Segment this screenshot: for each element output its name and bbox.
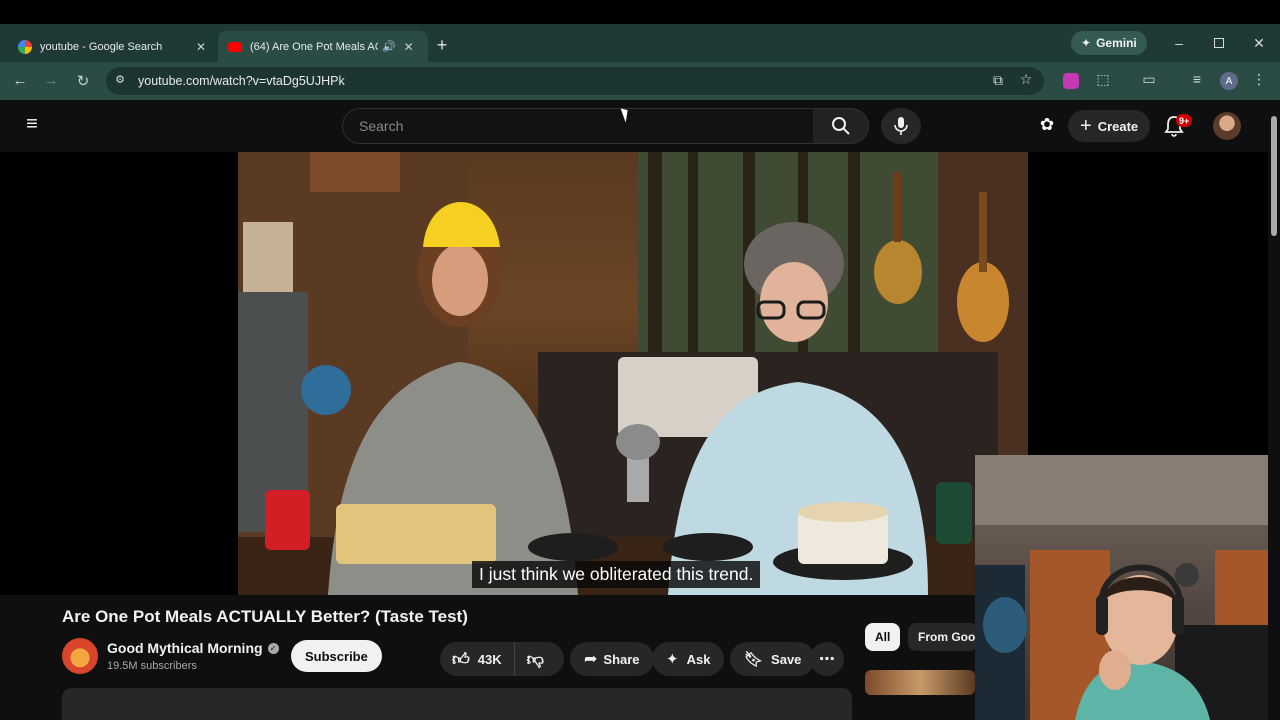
notification-badge: 9+ [1176, 114, 1193, 127]
ask-button[interactable]: ✦ Ask [652, 642, 725, 676]
share-button[interactable]: ➦ Share [570, 642, 654, 676]
video-title: Are One Pot Meals ACTUALLY Better? (Tast… [62, 607, 468, 626]
youtube-extension-icon[interactable]: ✿ [1037, 115, 1057, 135]
channel-avatar[interactable] [62, 638, 98, 674]
like-dislike-group: 👍︎ 43K 👎︎ [440, 642, 564, 676]
webcam-illustration [975, 455, 1280, 720]
save-button[interactable]: 🔖︎ Save [730, 642, 816, 676]
extensions-puzzle-icon[interactable]: ⬚ [1094, 71, 1112, 88]
tab-youtube-video[interactable]: (64) Are One Pot Meals ACTUALLY Better? … [218, 31, 428, 62]
video-caption: I just think we obliterated this trend. [472, 561, 761, 588]
google-favicon-icon [18, 39, 32, 54]
create-label: Create [1097, 118, 1139, 134]
forward-icon[interactable]: → [41, 72, 61, 89]
address-bar[interactable]: youtube.com/watch?v=vtaDg5UJHPk [106, 67, 1044, 95]
verified-check-icon: ✓ [267, 642, 279, 654]
share-label: Share [603, 651, 640, 667]
video-frame-illustration [238, 152, 1028, 595]
bookmark-icon: 🔖︎ [744, 651, 764, 668]
hamburger-menu-icon[interactable]: ≡ [20, 113, 44, 136]
minimize-window-icon[interactable]: – [1170, 35, 1188, 51]
search-button[interactable] [813, 108, 869, 144]
plus-icon: + [1080, 114, 1092, 137]
reload-icon[interactable]: ↻ [73, 72, 93, 90]
recommended-video-thumbnail[interactable] [865, 670, 975, 695]
like-count: 43K [477, 651, 502, 667]
bookmark-star-icon[interactable]: ☆ [1017, 71, 1035, 88]
new-tab-icon[interactable]: + [433, 35, 451, 56]
create-button[interactable]: + Create [1068, 110, 1151, 142]
gemini-sparkle-icon: ✦ [1081, 36, 1092, 50]
gemini-button[interactable]: ✦ Gemini [1071, 31, 1147, 55]
media-controls-icon[interactable]: ≡ [1188, 71, 1206, 87]
webcam-overlay [975, 455, 1280, 720]
back-icon[interactable]: ← [10, 72, 30, 89]
tab-title: (64) Are One Pot Meals ACTUALLY Better? … [250, 40, 378, 53]
tab-title: youtube - Google Search [40, 40, 163, 53]
thumbs-down-icon: 👎︎ [526, 649, 544, 669]
gemini-label: Gemini [1096, 36, 1137, 50]
browser-menu-icon[interactable]: ⋮ [1252, 71, 1266, 88]
install-app-icon[interactable]: ⧉ [989, 72, 1007, 89]
close-tab-icon[interactable]: ✕ [194, 40, 208, 54]
microphone-icon [894, 117, 908, 135]
more-horizontal-icon: ⋯ [819, 651, 835, 668]
tab-search-icon[interactable]: ▭ [1140, 71, 1158, 88]
video-player[interactable] [238, 152, 1028, 595]
sparkle-icon: ✦ [666, 651, 679, 668]
account-avatar[interactable] [1213, 112, 1241, 140]
close-window-icon[interactable]: ✕ [1250, 35, 1268, 52]
chip-from-channel[interactable]: From Good [908, 623, 978, 651]
search-icon [831, 117, 850, 135]
voice-search-button[interactable] [881, 108, 921, 144]
chip-all[interactable]: All [865, 623, 901, 651]
dislike-button[interactable]: 👎︎ [515, 642, 556, 676]
tab-google-search[interactable]: youtube - Google Search ✕ [8, 31, 218, 62]
channel-name-row[interactable]: Good Mythical Morning ✓ [107, 640, 279, 656]
screen-top-border [0, 0, 1280, 24]
youtube-favicon-icon [228, 41, 242, 52]
page-scrollbar[interactable] [1268, 100, 1280, 720]
like-button[interactable]: 👍︎ 43K [440, 642, 515, 676]
ask-label: Ask [686, 651, 711, 667]
scrollbar-thumb[interactable] [1271, 116, 1277, 236]
maximize-window-icon[interactable] [1214, 38, 1224, 48]
share-arrow-icon: ➦ [584, 651, 598, 668]
site-info-icon[interactable]: ⚙ [112, 73, 128, 86]
save-label: Save [771, 651, 802, 667]
close-tab-icon[interactable]: ✕ [402, 40, 416, 54]
url-text: youtube.com/watch?v=vtaDg5UJHPk [138, 74, 345, 88]
search-input[interactable]: Search [342, 108, 814, 144]
thumbs-up-icon: 👍︎ [452, 649, 470, 669]
subscribe-button[interactable]: Subscribe [291, 640, 382, 672]
audio-playing-icon[interactable]: 🔊 [382, 40, 396, 53]
channel-name: Good Mythical Morning [107, 640, 263, 656]
description-box[interactable] [62, 688, 852, 720]
profile-avatar[interactable]: A [1220, 72, 1238, 90]
more-actions-button[interactable]: ⋯ [810, 642, 844, 676]
subscriber-count: 19.5M subscribers [107, 660, 197, 672]
extension-icon[interactable] [1063, 73, 1079, 89]
